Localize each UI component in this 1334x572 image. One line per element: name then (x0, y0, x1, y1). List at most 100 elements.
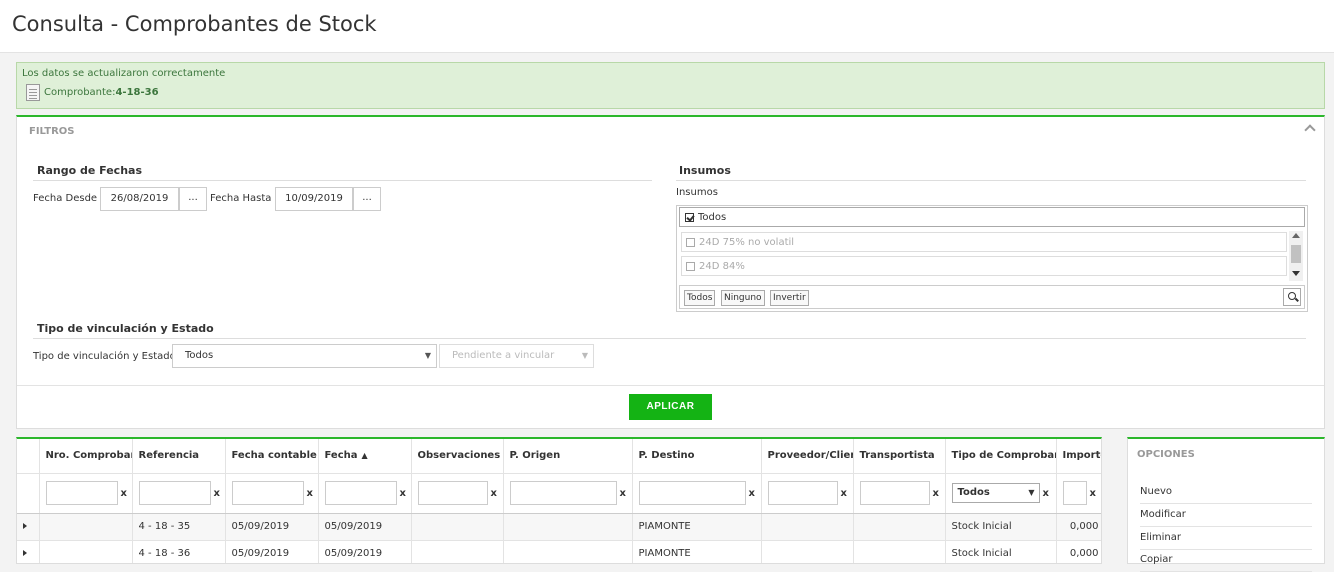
tipo-filter-select[interactable]: Todos ▼ (951, 483, 1040, 503)
filters-header: FILTROS (29, 126, 75, 137)
cell-referencia: 4 - 18 - 36 (132, 540, 226, 563)
fecha-hasta-input[interactable]: 10/09/2019 (275, 187, 353, 211)
column-header-fecha[interactable]: Fecha ▲ (318, 439, 412, 474)
insumos-item-label: 24D 75% no volatil (699, 236, 795, 248)
alert-message: Los datos se actualizaron correctamente (22, 68, 226, 79)
fecha-desde-picker-button[interactable]: ... (179, 187, 207, 211)
cell-transportista (853, 540, 946, 563)
filter-cell: x (853, 473, 946, 514)
clear-filter-icon[interactable]: x (491, 488, 497, 499)
clear-filter-icon[interactable]: x (749, 488, 755, 499)
column-header[interactable]: Observaciones (411, 439, 504, 474)
clear-filter-icon[interactable]: x (841, 488, 847, 499)
filter-cell: x (632, 473, 762, 514)
cell-fecha-contable: 05/09/2019 (225, 513, 319, 541)
clear-filter-icon[interactable]: x (214, 488, 220, 499)
checkbox-icon[interactable] (686, 261, 695, 271)
clear-filter-icon[interactable]: x (1043, 488, 1049, 499)
filter-cell: x (318, 473, 412, 514)
option-copiar[interactable]: Copiar (1140, 549, 1312, 572)
tipo-vinculacion-select[interactable]: Todos ▼ (172, 344, 437, 368)
fecha-hasta-picker-button[interactable]: ... (353, 187, 381, 211)
tipo-vinculacion-value: Todos (185, 350, 214, 361)
insumos-label: Insumos (676, 187, 718, 198)
table-row[interactable]: 4 - 18 - 35 05/09/2019 05/09/2019 PIAMON… (17, 513, 1101, 541)
column-filter-input[interactable] (767, 481, 838, 505)
insumos-item-label: 24D 84% (699, 260, 745, 272)
option-modificar[interactable]: Modificar (1140, 504, 1312, 527)
option-eliminar[interactable]: Eliminar (1140, 527, 1312, 550)
column-filter-input[interactable] (509, 481, 617, 505)
column-filter-input[interactable] (231, 481, 304, 505)
fecha-hasta-label: Fecha Hasta (210, 193, 272, 204)
column-header[interactable]: Transportista (853, 439, 946, 474)
invert-selection-button[interactable]: Invertir (770, 290, 809, 306)
estado-select[interactable]: Pendiente a vincular ▼ (439, 344, 594, 368)
filter-cell: x (39, 473, 133, 514)
select-none-button[interactable]: Ninguno (721, 290, 765, 306)
cell-transportista (853, 513, 946, 541)
column-header[interactable]: Tipo de Comprobante (945, 439, 1057, 474)
column-header[interactable]: P. Destino (632, 439, 762, 474)
column-header[interactable]: Fecha contable (225, 439, 319, 474)
insumos-item[interactable]: 24D 84% (681, 256, 1287, 276)
column-header[interactable]: Nro. Comprobante (39, 439, 133, 474)
expand-column-header (17, 439, 40, 474)
alert-doc-value[interactable]: 4-18-36 (115, 87, 158, 98)
table-row[interactable]: 4 - 18 - 36 05/09/2019 05/09/2019 PIAMON… (17, 540, 1101, 563)
dropdown-arrow-icon: ▼ (424, 351, 431, 360)
option-nuevo[interactable]: Nuevo (1140, 481, 1312, 504)
page-header: Consulta - Comprobantes de Stock (0, 0, 1334, 53)
results-grid: Nro. Comprobante Referencia Fecha contab… (16, 437, 1102, 564)
filter-cell: Todos ▼ x (945, 473, 1057, 514)
document-icon (26, 84, 40, 101)
cell-p-destino: PIAMONTE (632, 513, 762, 541)
column-filter-input[interactable] (859, 481, 930, 505)
insumos-scrollbar[interactable] (1289, 231, 1303, 281)
clear-filter-icon[interactable]: x (307, 488, 313, 499)
select-all-button[interactable]: Todos (684, 290, 716, 306)
column-filter-input[interactable] (1062, 481, 1087, 505)
cell-proveedor (761, 513, 854, 541)
clear-filter-icon[interactable]: x (933, 488, 939, 499)
scroll-thumb[interactable] (1291, 245, 1301, 263)
estado-placeholder: Pendiente a vincular (452, 350, 555, 361)
chevron-up-icon[interactable] (1304, 124, 1316, 136)
clear-filter-icon[interactable]: x (400, 488, 406, 499)
filter-cell-empty (17, 473, 40, 514)
search-icon[interactable] (1283, 288, 1301, 306)
scroll-up-icon[interactable] (1292, 233, 1300, 238)
checkbox-checked-icon[interactable] (685, 212, 694, 222)
cell-p-origen (503, 540, 633, 563)
row-expand-cell[interactable] (17, 513, 40, 541)
column-header[interactable]: Proveedor/Cliente (761, 439, 854, 474)
expand-arrow-icon[interactable] (23, 523, 27, 529)
vinculacion-section-title: Tipo de vinculación y Estado (37, 322, 214, 335)
insumos-section-title: Insumos (679, 164, 731, 177)
tipo-filter-value: Todos (957, 487, 990, 498)
clear-filter-icon[interactable]: x (121, 488, 127, 499)
clear-filter-icon[interactable]: x (620, 488, 626, 499)
column-header[interactable]: Referencia (132, 439, 226, 474)
insumos-todos-option[interactable]: Todos (679, 207, 1305, 227)
column-header[interactable]: Importe (1056, 439, 1101, 474)
sort-desc-icon[interactable]: ▲ (362, 451, 368, 460)
column-filter-input[interactable] (138, 481, 211, 505)
fecha-desde-input[interactable]: 26/08/2019 (100, 187, 179, 211)
filters-panel: FILTROS Rango de Fechas Fecha Desde 26/0… (16, 115, 1325, 429)
cell-nro (39, 540, 133, 563)
filter-cell: x (761, 473, 854, 514)
expand-arrow-icon[interactable] (23, 550, 27, 556)
column-filter-input[interactable] (45, 481, 118, 505)
row-expand-cell[interactable] (17, 540, 40, 563)
alert-document-link[interactable]: Comprobante: 4-18-36 (26, 84, 159, 101)
column-header[interactable]: P. Origen (503, 439, 633, 474)
column-filter-input[interactable] (324, 481, 397, 505)
clear-filter-icon[interactable]: x (1090, 488, 1096, 499)
insumos-item[interactable]: 24D 75% no volatil (681, 232, 1287, 252)
column-filter-input[interactable] (417, 481, 488, 505)
column-filter-input[interactable] (638, 481, 746, 505)
apply-button[interactable]: APLICAR (629, 394, 712, 420)
scroll-down-icon[interactable] (1292, 271, 1300, 276)
checkbox-icon[interactable] (686, 237, 695, 247)
